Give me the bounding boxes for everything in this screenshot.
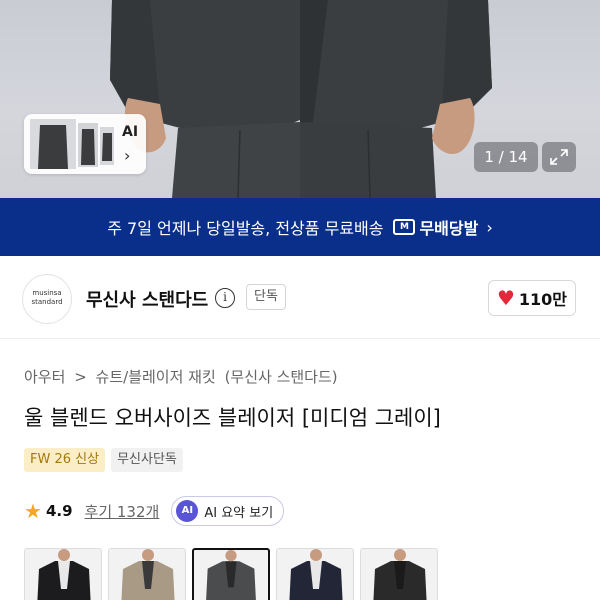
- swatch-image: [25, 549, 101, 600]
- expand-icon: [550, 149, 568, 165]
- breadcrumb-item[interactable]: 아우터: [24, 368, 65, 386]
- chevron-right-icon: ›: [486, 217, 493, 237]
- color-swatch[interactable]: [24, 548, 102, 600]
- info-icon[interactable]: i: [215, 288, 235, 308]
- delivery-banner[interactable]: 주 7일 언제나 당일발송, 전상품 무료배송 M 무배당발 ›: [0, 198, 600, 256]
- ai-summary-label: AI 요약 보기: [204, 505, 274, 521]
- ai-label: AI: [122, 124, 139, 140]
- star-icon: ★: [24, 499, 42, 523]
- swatch-image: [194, 550, 268, 600]
- section-divider: [0, 338, 600, 339]
- brand-logo-text: musinsa: [32, 289, 62, 297]
- breadcrumb-item[interactable]: 슈트/블레이저 재킷: [96, 368, 216, 386]
- breadcrumb-separator: >: [74, 368, 87, 386]
- swatch-image: [109, 549, 185, 600]
- color-swatch[interactable]: [360, 548, 438, 600]
- free-delivery-badge: M 무배당발: [393, 215, 478, 239]
- ai-fitting-thumbnail[interactable]: AI ›: [24, 114, 146, 174]
- like-count: 110만: [518, 290, 568, 309]
- swatch-image: [361, 549, 437, 600]
- brand-name[interactable]: 무신사 스탠다드: [86, 286, 208, 312]
- reviews-link[interactable]: 후기 132개: [85, 501, 160, 522]
- ai-icon: AI: [176, 500, 199, 522]
- ai-summary-button[interactable]: AI AI 요약 보기: [171, 496, 285, 526]
- exclusive-badge: 단독: [246, 284, 286, 310]
- brand-logo-text: standard: [31, 298, 63, 306]
- product-hero-image[interactable]: AI › 1 / 14: [0, 0, 600, 198]
- brand-row: musinsa standard 무신사 스탠다드 i 단독 ♥ 110만: [0, 268, 600, 328]
- color-swatches: [24, 548, 438, 600]
- swatch-image: [277, 549, 353, 600]
- expand-button[interactable]: [542, 142, 576, 172]
- delivery-truck-icon: M: [393, 219, 416, 235]
- rating-score: 4.9: [45, 502, 73, 520]
- product-title: 울 블렌드 오버사이즈 블레이저 [미디엄 그레이]: [24, 406, 441, 430]
- like-button[interactable]: ♥ 110만: [488, 280, 576, 316]
- badge-text: 무배당발: [419, 219, 479, 238]
- product-tags: FW 26 신상 무신사단독: [24, 448, 183, 472]
- breadcrumb-item[interactable]: (무신사 스탠다드): [225, 368, 338, 386]
- exclusive-tag: 무신사단독: [111, 448, 183, 472]
- breadcrumb: 아우터 > 슈트/블레이저 재킷 (무신사 스탠다드): [24, 366, 342, 387]
- color-swatch-selected[interactable]: [192, 548, 270, 600]
- heart-icon: ♥: [496, 286, 515, 310]
- color-swatch[interactable]: [108, 548, 186, 600]
- outfit-thumbnail-stack: [30, 119, 114, 169]
- season-tag: FW 26 신상: [24, 448, 106, 472]
- rating-row: ★ 4.9 후기 132개 AI AI 요약 보기: [24, 496, 285, 526]
- banner-text: 주 7일 언제나 당일발송, 전상품 무료배송: [107, 219, 384, 238]
- brand-logo[interactable]: musinsa standard: [22, 274, 72, 324]
- chevron-right-icon: ›: [124, 146, 131, 165]
- color-swatch[interactable]: [276, 548, 354, 600]
- image-counter: 1 / 14: [474, 142, 538, 172]
